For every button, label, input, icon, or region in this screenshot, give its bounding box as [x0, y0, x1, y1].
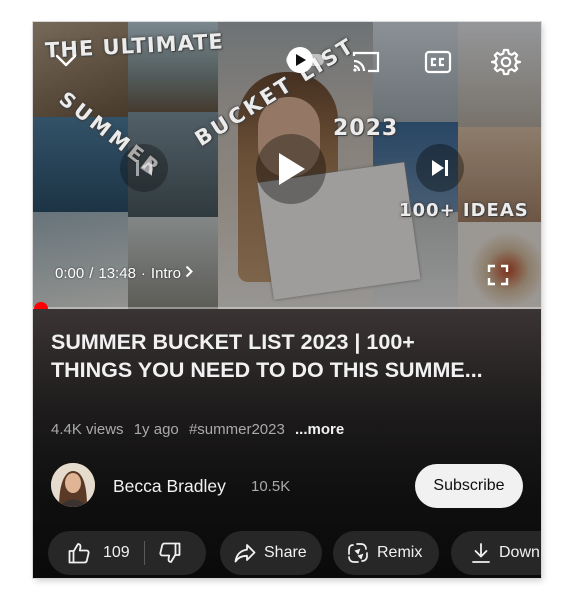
subscriber-count: 10.5K: [251, 478, 291, 495]
video-title[interactable]: SUMMER BUCKET LIST 2023 | 100+ THINGS YO…: [51, 328, 531, 384]
remix-label: Remix: [377, 544, 423, 561]
chapter-title[interactable]: Intro: [151, 265, 181, 282]
remix-icon: [347, 542, 369, 564]
avatar[interactable]: [51, 463, 95, 507]
thumbs-down-icon: [159, 542, 181, 564]
chevron-down-icon[interactable]: [52, 50, 80, 72]
play-icon[interactable]: [256, 134, 326, 204]
share-icon: [234, 543, 256, 563]
chapter-separator: ·: [140, 265, 146, 282]
hashtag-link[interactable]: #summer2023: [189, 421, 285, 438]
youtube-watch-page: THE ULTIMATE BUCKET LIST 2023 100+ IDEAS…: [33, 22, 541, 578]
like-dislike-group: 109: [48, 531, 206, 575]
time-display: 0:00 / 13:48 · Intro: [55, 265, 193, 282]
fullscreen-icon[interactable]: [485, 262, 511, 288]
video-title-line1: SUMMER BUCKET LIST 2023 | 100+: [51, 330, 415, 354]
cast-icon[interactable]: [351, 48, 381, 76]
like-button[interactable]: 109: [48, 531, 130, 575]
current-time: 0:00: [55, 265, 85, 282]
thumbnail-text-ideas: 100+ IDEAS: [399, 200, 529, 221]
share-label: Share: [264, 544, 307, 561]
channel-name[interactable]: Becca Bradley: [113, 476, 226, 497]
chevron-right-icon[interactable]: [185, 265, 193, 282]
more-link[interactable]: ...more: [295, 421, 344, 438]
thumbnail-text-year: 2023: [333, 116, 399, 141]
view-count: 4.4K views: [51, 421, 124, 438]
autoplay-toggle-icon[interactable]: [284, 46, 330, 74]
video-player[interactable]: THE ULTIMATE BUCKET LIST 2023 100+ IDEAS…: [33, 22, 541, 309]
channel-row: Becca Bradley 10.5K Subscribe: [51, 463, 523, 509]
previous-icon[interactable]: [120, 144, 168, 192]
video-details: SUMMER BUCKET LIST 2023 | 100+ THINGS YO…: [33, 309, 541, 578]
video-meta[interactable]: 4.4K views 1y ago #summer2023 ...more: [51, 421, 350, 438]
settings-gear-icon[interactable]: [490, 46, 522, 78]
share-button[interactable]: Share: [220, 531, 322, 575]
download-icon: [471, 542, 491, 564]
action-bar: 109 Share Remix Down: [48, 531, 541, 577]
like-count: 109: [103, 544, 130, 561]
download-label: Down: [499, 544, 540, 561]
upload-age: 1y ago: [133, 421, 179, 438]
download-button[interactable]: Down: [451, 531, 541, 575]
thumbs-up-icon: [68, 542, 90, 564]
closed-captions-icon[interactable]: [423, 49, 453, 75]
remix-button[interactable]: Remix: [333, 531, 439, 575]
video-title-line2: THINGS YOU NEED TO DO THIS SUMME...: [51, 358, 483, 382]
video-duration: 13:48: [98, 265, 136, 282]
subscribe-button[interactable]: Subscribe: [415, 464, 523, 508]
dislike-button[interactable]: [145, 531, 181, 575]
time-separator: /: [89, 265, 94, 282]
next-icon[interactable]: [416, 144, 464, 192]
